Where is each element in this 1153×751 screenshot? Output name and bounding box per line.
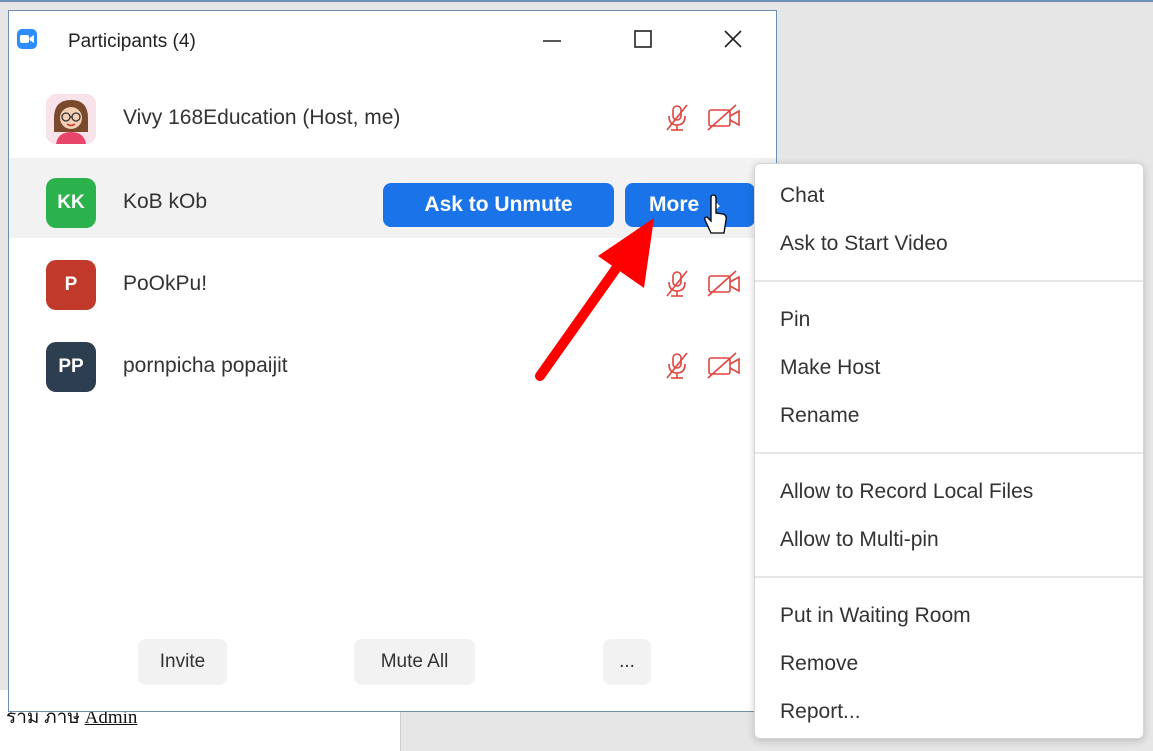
participant-context-menu: Chat Ask to Start Video Pin Make Host Re… (754, 163, 1144, 739)
minimize-button[interactable] (529, 19, 575, 59)
menu-item-report[interactable]: Report... (780, 692, 1120, 732)
menu-item-allow-multi-pin[interactable]: Allow to Multi-pin (780, 520, 1120, 560)
menu-item-remove[interactable]: Remove (780, 644, 1120, 684)
menu-separator (755, 280, 1143, 282)
title-bar: Participants (4) (9, 11, 776, 67)
menu-item-put-in-waiting-room[interactable]: Put in Waiting Room (780, 596, 1120, 636)
mute-all-button[interactable]: Mute All (354, 639, 475, 685)
mic-muted-icon (666, 104, 688, 131)
red-arrow-annotation (535, 218, 654, 381)
participant-row[interactable]: PP pornpicha popaijit (9, 322, 776, 402)
participant-name: pornpicha popaijit (123, 354, 288, 377)
zoom-camera-icon (17, 29, 37, 49)
participant-name: PoOkPu! (123, 272, 208, 295)
background-window-border (0, 0, 1153, 2)
participant-avatar: PP (46, 342, 96, 392)
participant-name: KoB kOb (123, 190, 208, 213)
participant-row[interactable]: KK KoB kOb Ask to Unmute More (9, 158, 776, 238)
mouse-cursor-icon (704, 194, 727, 234)
footer-more-button[interactable]: ... (603, 639, 651, 685)
video-off-icon (707, 352, 740, 379)
participants-window: Participants (4) Vivy 168Education (Host… (8, 10, 777, 712)
window-title: Participants (4) (68, 31, 196, 52)
participant-name: Vivy 168Education (Host, me) (123, 106, 401, 129)
participant-row[interactable]: P PoOkPu! (9, 240, 776, 320)
menu-item-pin[interactable]: Pin (780, 300, 1120, 340)
video-off-icon (707, 270, 740, 297)
menu-separator (755, 576, 1143, 578)
menu-item-rename[interactable]: Rename (780, 396, 1120, 436)
menu-item-allow-record-local-files[interactable]: Allow to Record Local Files (780, 472, 1120, 512)
participant-status-icons (664, 351, 754, 381)
invite-button[interactable]: Invite (138, 639, 227, 685)
maximize-button[interactable] (620, 19, 666, 59)
participant-status-icons (664, 103, 754, 133)
participant-row[interactable]: Vivy 168Education (Host, me) (9, 74, 776, 154)
menu-item-chat[interactable]: Chat (780, 176, 1120, 216)
menu-separator (755, 452, 1143, 454)
menu-item-ask-to-start-video[interactable]: Ask to Start Video (780, 224, 1120, 264)
participant-avatar: P (46, 260, 96, 310)
mic-muted-icon (666, 352, 688, 379)
mic-muted-icon (666, 270, 688, 297)
menu-item-make-host[interactable]: Make Host (780, 348, 1120, 388)
participant-avatar: KK (46, 178, 96, 228)
participant-avatar-photo (46, 94, 96, 144)
video-off-icon (707, 104, 740, 131)
participant-status-icons (664, 269, 754, 299)
close-button[interactable] (710, 19, 756, 59)
